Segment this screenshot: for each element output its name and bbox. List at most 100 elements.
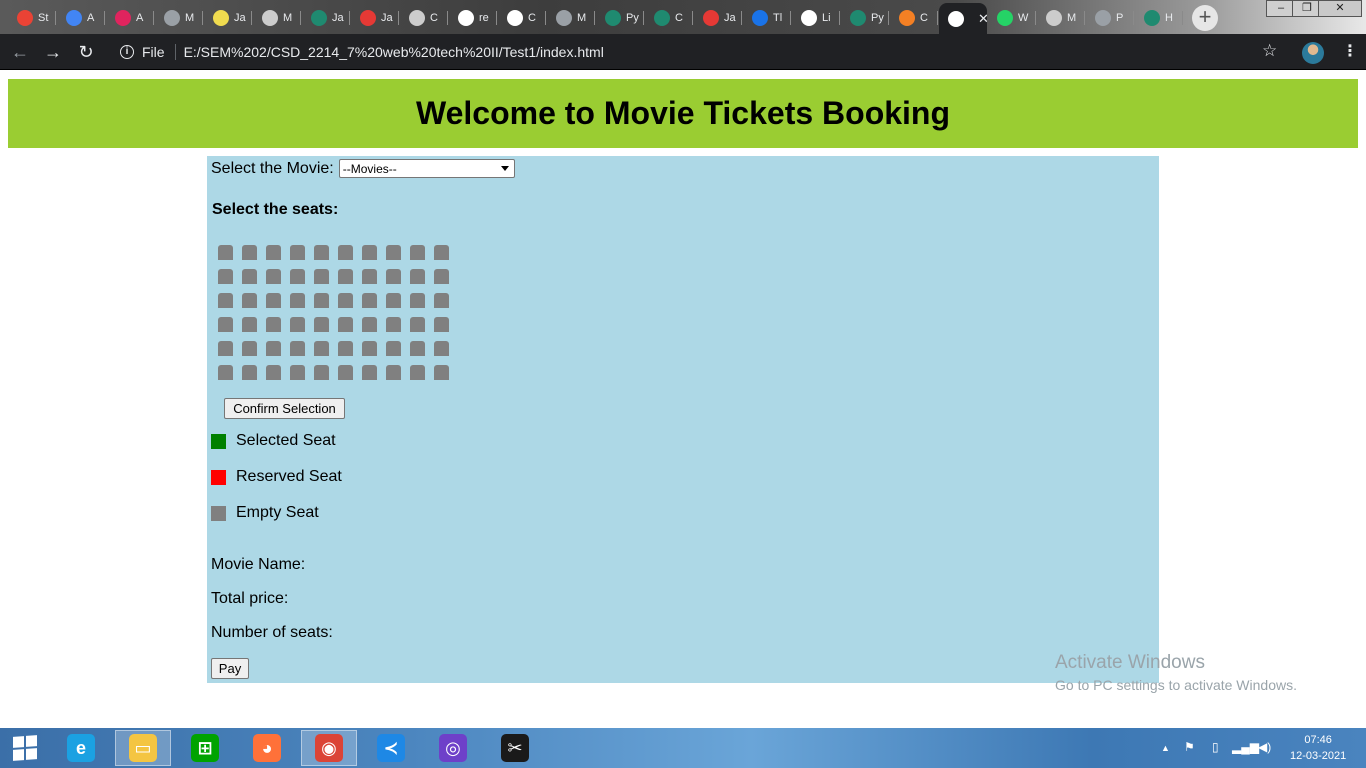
firefox-taskbar-button[interactable]: ◕ — [239, 730, 295, 766]
close-window-button[interactable]: ✕ — [1318, 0, 1362, 17]
seat[interactable] — [314, 269, 329, 284]
seat[interactable] — [242, 293, 257, 308]
seat[interactable] — [266, 317, 281, 332]
bookmark-star-icon[interactable]: ☆ — [1262, 41, 1277, 61]
menu-kebab-icon[interactable]: ⋮ — [1342, 41, 1358, 61]
seat[interactable] — [314, 365, 329, 380]
info-icon[interactable]: i — [120, 45, 134, 59]
seat[interactable] — [386, 365, 401, 380]
signal-icon[interactable]: ▂▄▆ — [1232, 740, 1259, 754]
seat[interactable] — [314, 341, 329, 356]
seat[interactable] — [218, 269, 233, 284]
seat[interactable] — [266, 293, 281, 308]
browser-tab[interactable]: Py — [596, 3, 644, 33]
seat[interactable] — [338, 269, 353, 284]
seat[interactable] — [218, 245, 233, 260]
back-icon[interactable]: ← — [8, 40, 32, 64]
browser-tab[interactable]: C — [498, 3, 546, 33]
seat[interactable] — [386, 245, 401, 260]
seat[interactable] — [386, 317, 401, 332]
browser-tab[interactable]: P — [1086, 3, 1134, 33]
browser-tab[interactable]: Ja — [351, 3, 399, 33]
chrome-taskbar-button[interactable]: ◉ — [301, 730, 357, 766]
browser-tab[interactable]: Ja — [302, 3, 350, 33]
seat[interactable] — [386, 293, 401, 308]
seat[interactable] — [290, 365, 305, 380]
seat[interactable] — [242, 341, 257, 356]
browser-tab[interactable]: ✕ — [939, 3, 987, 34]
seat[interactable] — [242, 269, 257, 284]
seat[interactable] — [314, 293, 329, 308]
seat[interactable] — [434, 293, 449, 308]
browser-tab[interactable]: Tl — [743, 3, 791, 33]
new-tab-button[interactable]: + — [1192, 5, 1218, 31]
seat[interactable] — [338, 245, 353, 260]
browser-tab[interactable]: Py — [841, 3, 889, 33]
browser-tab[interactable]: C — [400, 3, 448, 33]
browser-tab[interactable]: C — [890, 3, 938, 33]
seat[interactable] — [290, 293, 305, 308]
internet-explorer-taskbar-button[interactable]: e — [53, 730, 109, 766]
browser-tab[interactable]: W — [988, 3, 1036, 33]
seat[interactable] — [410, 293, 425, 308]
seat[interactable] — [386, 269, 401, 284]
seat[interactable] — [362, 245, 377, 260]
browser-tab[interactable]: C — [645, 3, 693, 33]
seat[interactable] — [266, 341, 281, 356]
seat[interactable] — [434, 317, 449, 332]
browser-tab[interactable]: M — [547, 3, 595, 33]
browser-tab[interactable]: M — [1037, 3, 1085, 33]
browser-tab[interactable]: H — [1135, 3, 1183, 33]
browser-tab[interactable]: Li — [792, 3, 840, 33]
reload-icon[interactable]: ↻ — [74, 40, 98, 64]
seat[interactable] — [218, 341, 233, 356]
seat[interactable] — [434, 245, 449, 260]
seat[interactable] — [362, 269, 377, 284]
seat[interactable] — [410, 317, 425, 332]
seat[interactable] — [362, 317, 377, 332]
seat[interactable] — [338, 341, 353, 356]
seat[interactable] — [362, 293, 377, 308]
seat[interactable] — [386, 341, 401, 356]
close-tab-icon[interactable]: ✕ — [978, 11, 987, 27]
movie-select[interactable]: --Movies-- — [338, 159, 515, 178]
seat[interactable] — [338, 365, 353, 380]
address-bar[interactable]: i File E:/SEM%202/CSD_2214_7%20web%20tec… — [108, 39, 1293, 65]
tray-chevron-icon[interactable]: ▲ — [1161, 743, 1170, 753]
seat[interactable] — [362, 341, 377, 356]
seat[interactable] — [410, 365, 425, 380]
seat[interactable] — [218, 365, 233, 380]
seat[interactable] — [338, 317, 353, 332]
browser-tab[interactable]: M — [155, 3, 203, 33]
browser-tab[interactable]: Ja — [204, 3, 252, 33]
avatar[interactable] — [1302, 42, 1324, 64]
browser-tab[interactable]: St — [8, 3, 56, 33]
store-taskbar-button[interactable]: ⊞ — [177, 730, 233, 766]
battery-icon[interactable]: ▯ — [1212, 740, 1219, 754]
seat[interactable] — [434, 365, 449, 380]
url-text[interactable]: E:/SEM%202/CSD_2214_7%20web%20tech%20II/… — [184, 44, 604, 60]
browser-tab[interactable]: re — [449, 3, 497, 33]
github-desktop-taskbar-button[interactable]: ◎ — [425, 730, 481, 766]
system-clock[interactable]: 07:46 12-03-2021 — [1290, 732, 1346, 764]
seat[interactable] — [290, 269, 305, 284]
action-center-flag-icon[interactable]: ⚑ — [1184, 740, 1195, 754]
browser-tab[interactable]: M — [253, 3, 301, 33]
file-explorer-taskbar-button[interactable]: ▭ — [115, 730, 171, 766]
pay-button[interactable]: Pay — [211, 658, 249, 679]
seat[interactable] — [434, 341, 449, 356]
seat[interactable] — [290, 317, 305, 332]
seat[interactable] — [218, 317, 233, 332]
browser-tab[interactable]: A — [106, 3, 154, 33]
seat[interactable] — [218, 293, 233, 308]
seat[interactable] — [242, 365, 257, 380]
seat[interactable] — [266, 269, 281, 284]
seat[interactable] — [410, 245, 425, 260]
seat[interactable] — [314, 317, 329, 332]
seat[interactable] — [338, 293, 353, 308]
seat[interactable] — [410, 341, 425, 356]
start-button[interactable] — [0, 730, 50, 766]
scissors-app-taskbar-button[interactable]: ✂ — [487, 730, 543, 766]
forward-icon[interactable]: → — [41, 40, 65, 64]
seat[interactable] — [290, 245, 305, 260]
